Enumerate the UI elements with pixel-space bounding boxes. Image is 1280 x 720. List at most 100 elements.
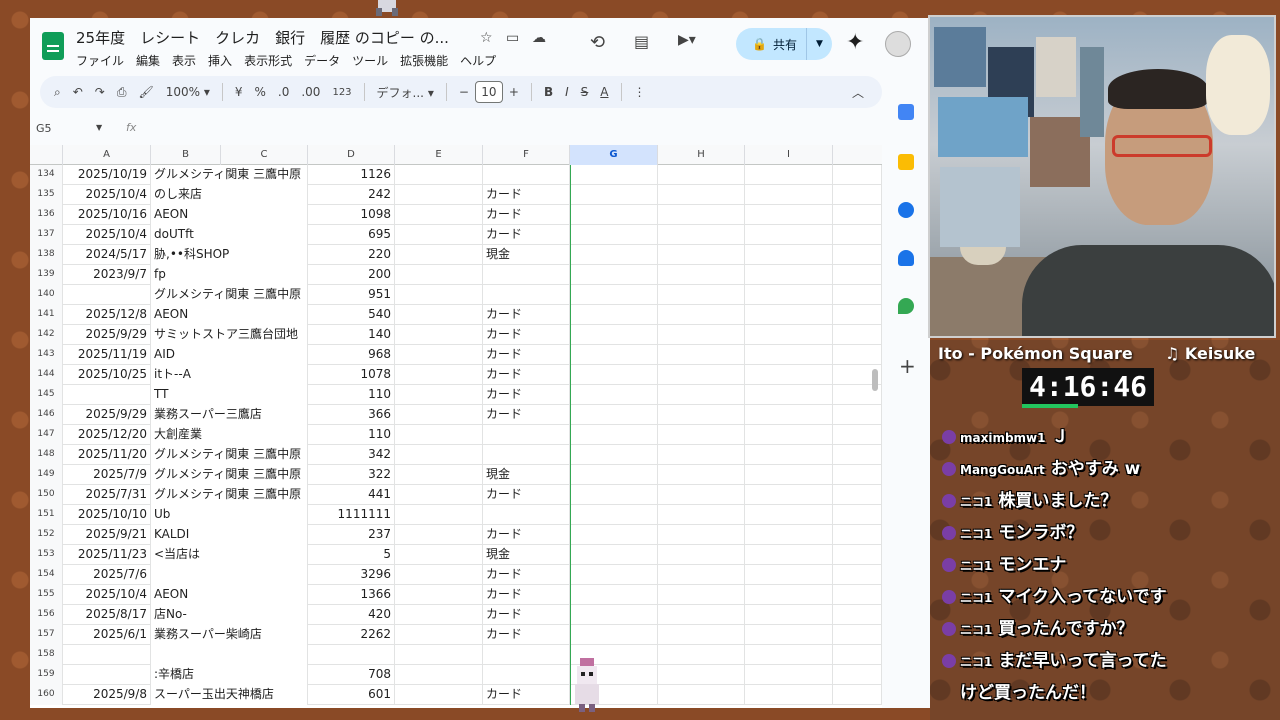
cell-empty[interactable]: [570, 465, 658, 485]
font-size-input[interactable]: 10: [474, 81, 503, 103]
row-number[interactable]: 145: [30, 385, 63, 405]
cell-empty[interactable]: [833, 665, 882, 685]
cell-store[interactable]: グルメシティ関東 三鷹中原: [151, 465, 308, 485]
more-options-icon[interactable]: ⋮: [628, 85, 652, 99]
italic-icon[interactable]: I: [559, 85, 575, 99]
cell-empty[interactable]: [570, 345, 658, 365]
cell-empty[interactable]: [833, 325, 882, 345]
cell-empty[interactable]: [745, 185, 833, 205]
cell-empty[interactable]: [395, 645, 483, 665]
cell-amount[interactable]: 5: [308, 545, 395, 565]
row-number[interactable]: 137: [30, 225, 63, 245]
history-icon[interactable]: ⟲: [590, 32, 605, 53]
menu-item[interactable]: 編集: [136, 52, 160, 69]
cell-empty[interactable]: [658, 205, 745, 225]
cell-payment[interactable]: カード: [483, 585, 570, 605]
collapse-toolbar-icon[interactable]: ︿: [846, 84, 870, 101]
menu-item[interactable]: 表示形式: [244, 52, 292, 69]
cell-payment[interactable]: [483, 665, 570, 685]
cell-payment[interactable]: カード: [483, 205, 570, 225]
search-menus-icon[interactable]: ⌕: [48, 85, 67, 100]
cell-empty[interactable]: [395, 365, 483, 385]
row-number[interactable]: 142: [30, 325, 63, 345]
cell-empty[interactable]: [658, 365, 745, 385]
cell-empty[interactable]: [658, 305, 745, 325]
cell-empty[interactable]: [833, 165, 882, 185]
cell-empty[interactable]: [395, 445, 483, 465]
column-header-g[interactable]: G: [570, 145, 658, 165]
cell-empty[interactable]: [658, 665, 745, 685]
menu-item[interactable]: データ: [304, 52, 340, 69]
cell-date[interactable]: 2025/10/16: [63, 205, 151, 225]
cell-payment[interactable]: [483, 165, 570, 185]
cell-empty[interactable]: [658, 645, 745, 665]
paint-format-icon[interactable]: 🖌: [132, 85, 159, 99]
tasks-icon[interactable]: [898, 202, 914, 218]
menu-item[interactable]: ファイル: [76, 52, 124, 69]
cell-amount[interactable]: 3296: [308, 565, 395, 585]
row-number[interactable]: 155: [30, 585, 63, 605]
cell-date[interactable]: 2025/10/10: [63, 505, 151, 525]
cell-empty[interactable]: [570, 625, 658, 645]
currency-format-button[interactable]: ¥: [229, 85, 249, 99]
cell-empty[interactable]: [833, 245, 882, 265]
cell-date[interactable]: 2024/5/17: [63, 245, 151, 265]
cell-payment[interactable]: カード: [483, 305, 570, 325]
cell-empty[interactable]: [570, 205, 658, 225]
column-header-d[interactable]: D: [308, 145, 395, 165]
cell-empty[interactable]: [745, 305, 833, 325]
cloud-status-icon[interactable]: ☁: [532, 30, 546, 46]
cell-empty[interactable]: [833, 605, 882, 625]
name-box[interactable]: G5: [36, 122, 52, 135]
row-number[interactable]: 156: [30, 605, 63, 625]
cell-empty[interactable]: [395, 485, 483, 505]
cell-empty[interactable]: [570, 365, 658, 385]
cell-empty[interactable]: [658, 425, 745, 445]
cell-store[interactable]: 胁,••科SHOP: [151, 245, 308, 265]
row-number[interactable]: 149: [30, 465, 63, 485]
cell-date[interactable]: 2025/9/29: [63, 325, 151, 345]
cell-empty[interactable]: [395, 665, 483, 685]
font-family-select[interactable]: デフォ... ▾: [371, 84, 440, 101]
cell-store[interactable]: AEON: [151, 305, 308, 325]
cell-amount[interactable]: 540: [308, 305, 395, 325]
cell-empty[interactable]: [570, 505, 658, 525]
cell-empty[interactable]: [833, 505, 882, 525]
cell-empty[interactable]: [395, 605, 483, 625]
row-number[interactable]: 134: [30, 165, 63, 185]
calendar-icon[interactable]: [898, 104, 914, 120]
row-number[interactable]: 157: [30, 625, 63, 645]
cell-empty[interactable]: [745, 625, 833, 645]
cell-empty[interactable]: [833, 585, 882, 605]
cell-amount[interactable]: 366: [308, 405, 395, 425]
row-number[interactable]: 148: [30, 445, 63, 465]
cell-empty[interactable]: [658, 225, 745, 245]
cell-empty[interactable]: [658, 285, 745, 305]
cell-store[interactable]: :辛橋店: [151, 665, 308, 685]
cell-amount[interactable]: 322: [308, 465, 395, 485]
cell-empty[interactable]: [745, 245, 833, 265]
cell-store[interactable]: [151, 565, 308, 585]
cell-amount[interactable]: 441: [308, 485, 395, 505]
cell-empty[interactable]: [658, 165, 745, 185]
cell-empty[interactable]: [745, 205, 833, 225]
cell-empty[interactable]: [745, 365, 833, 385]
cell-empty[interactable]: [833, 185, 882, 205]
row-number[interactable]: 141: [30, 305, 63, 325]
cell-date[interactable]: 2025/12/8: [63, 305, 151, 325]
cell-payment[interactable]: [483, 505, 570, 525]
cell-empty[interactable]: [833, 565, 882, 585]
cell-store[interactable]: KALDI: [151, 525, 308, 545]
cell-empty[interactable]: [395, 305, 483, 325]
cell-empty[interactable]: [395, 345, 483, 365]
cell-payment[interactable]: カード: [483, 685, 570, 705]
cell-empty[interactable]: [833, 545, 882, 565]
cell-payment[interactable]: カード: [483, 605, 570, 625]
cell-store[interactable]: AID: [151, 345, 308, 365]
cell-store[interactable]: スーパー玉出天神橋店: [151, 685, 308, 705]
row-number[interactable]: 160: [30, 685, 63, 705]
cell-payment[interactable]: カード: [483, 525, 570, 545]
cell-store[interactable]: サミットストア三鷹台団地: [151, 325, 308, 345]
cell-store[interactable]: グルメシティ関東 三鷹中原: [151, 285, 308, 305]
cell-amount[interactable]: 1098: [308, 205, 395, 225]
